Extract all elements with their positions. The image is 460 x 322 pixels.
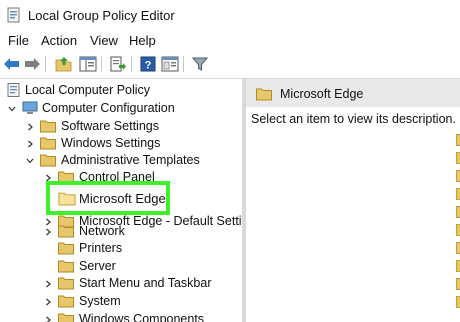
filter-button[interactable] (190, 54, 210, 74)
toolbar-separator (45, 56, 46, 72)
toolbar-separator (101, 56, 102, 72)
tree-label: Administrative Templates (61, 153, 200, 167)
back-button[interactable] (2, 54, 22, 74)
show-hide-tree-button[interactable] (78, 54, 98, 74)
details-description: Select an item to view its description. (251, 112, 456, 126)
title-bar: Local Group Policy Editor (0, 0, 460, 32)
chevron-right-icon (46, 316, 51, 322)
menu-file[interactable]: File (8, 33, 29, 48)
folder-icon (58, 277, 74, 290)
folder-icon (58, 260, 74, 273)
toolbar-separator (131, 56, 132, 72)
tree-item-network[interactable]: Network (0, 223, 242, 241)
policy-document-icon (7, 83, 20, 97)
details-header: Microsoft Edge (246, 79, 460, 107)
chevron-right-icon (46, 298, 51, 306)
folder-icon (456, 278, 460, 290)
tree-label: Start Menu and Taskbar (79, 276, 212, 290)
tree-item-system[interactable]: System (0, 293, 242, 311)
menu-help[interactable]: Help (129, 33, 156, 48)
details-pane: Microsoft Edge Select an item to view it… (246, 79, 460, 322)
help-icon: ? (140, 56, 156, 72)
properties-icon (161, 56, 179, 72)
tree-item-windows-settings[interactable]: Windows Settings (0, 135, 242, 153)
folder-icon (40, 120, 56, 133)
folder-icon (456, 170, 460, 182)
tree-item-printers[interactable]: Printers (0, 240, 242, 258)
tree-label: Computer Configuration (42, 101, 175, 115)
help-button[interactable]: ? (138, 54, 158, 74)
window-title: Local Group Policy Editor (28, 8, 175, 23)
chevron-right-icon (28, 123, 33, 131)
export-list-icon (110, 56, 126, 72)
chevron-down-icon (26, 158, 34, 164)
tree-label: Server (79, 259, 116, 273)
folder-icon (456, 296, 460, 308)
export-list-button[interactable] (108, 54, 128, 74)
folder-icon (456, 242, 460, 254)
folder-icon (256, 88, 272, 101)
menu-bar: File Action View Help (0, 32, 460, 50)
chevron-right-icon (46, 228, 51, 236)
svg-text:?: ? (145, 60, 152, 72)
folder-icon (456, 152, 460, 164)
menu-action[interactable]: Action (41, 33, 77, 48)
toolbar: ? (0, 50, 460, 78)
tree-item-microsoft-edge-highlighted[interactable]: Microsoft Edge (46, 181, 170, 215)
folder-icon (58, 295, 74, 308)
chevron-right-icon (28, 140, 33, 148)
tree-item-computer-configuration[interactable]: Computer Configuration (0, 100, 242, 118)
back-arrow-icon (4, 58, 19, 70)
folder-icon (58, 242, 74, 255)
tree-item-software-settings[interactable]: Software Settings (0, 118, 242, 136)
folder-icon (58, 225, 74, 238)
tree-label: Local Computer Policy (25, 83, 151, 97)
folder-icon (456, 260, 460, 272)
chevron-down-icon (8, 106, 16, 112)
policy-editor-app-icon (7, 7, 20, 23)
folder-icon (456, 134, 460, 146)
tree-item-local-computer-policy[interactable]: Local Computer Policy (0, 82, 242, 100)
up-one-level-button[interactable] (54, 54, 74, 74)
folder-icon (456, 206, 460, 218)
tree-label: Microsoft Edge (79, 191, 166, 206)
forward-arrow-icon (25, 58, 40, 70)
chevron-right-icon (46, 280, 51, 288)
tree-item-administrative-templates[interactable]: Administrative Templates (0, 152, 242, 170)
tree-label: Printers (79, 241, 123, 255)
tree-label: Windows Components (79, 312, 205, 322)
computer-icon (22, 101, 38, 114)
toolbar-separator (183, 56, 184, 72)
folder-icon (58, 192, 76, 206)
tree-label: Network (79, 224, 125, 238)
folder-icon (40, 154, 56, 167)
folder-icon (58, 313, 74, 322)
folder-icon (456, 224, 460, 236)
forward-button[interactable] (22, 54, 42, 74)
properties-button[interactable] (160, 54, 180, 74)
tree-item-server[interactable]: Server (0, 258, 242, 276)
tree-label: Windows Settings (61, 136, 161, 150)
menu-view[interactable]: View (90, 33, 118, 48)
folder-icon (456, 188, 460, 200)
tree-item-windows-components[interactable]: Windows Components (0, 311, 242, 322)
tree-label: Software Settings (61, 119, 159, 133)
details-title: Microsoft Edge (280, 87, 364, 101)
filter-icon (192, 57, 208, 71)
show-hide-tree-icon (79, 56, 97, 72)
up-folder-icon (55, 57, 72, 72)
folder-icon (40, 137, 56, 150)
tree-label: System (79, 294, 121, 308)
tree-item-start-menu-and-taskbar[interactable]: Start Menu and Taskbar (0, 275, 242, 293)
